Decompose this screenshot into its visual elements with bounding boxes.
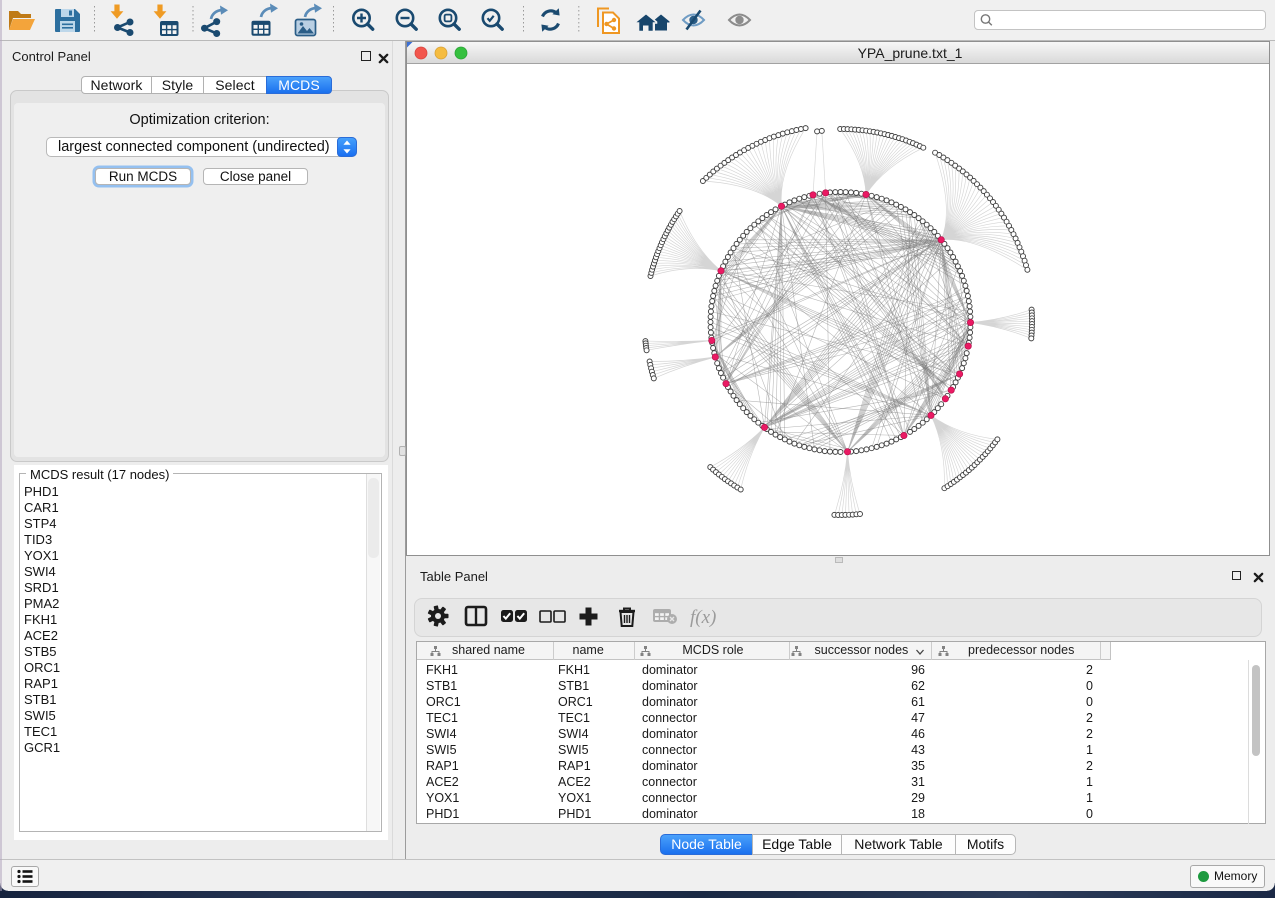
svg-text:f(x): f(x) (690, 607, 716, 628)
